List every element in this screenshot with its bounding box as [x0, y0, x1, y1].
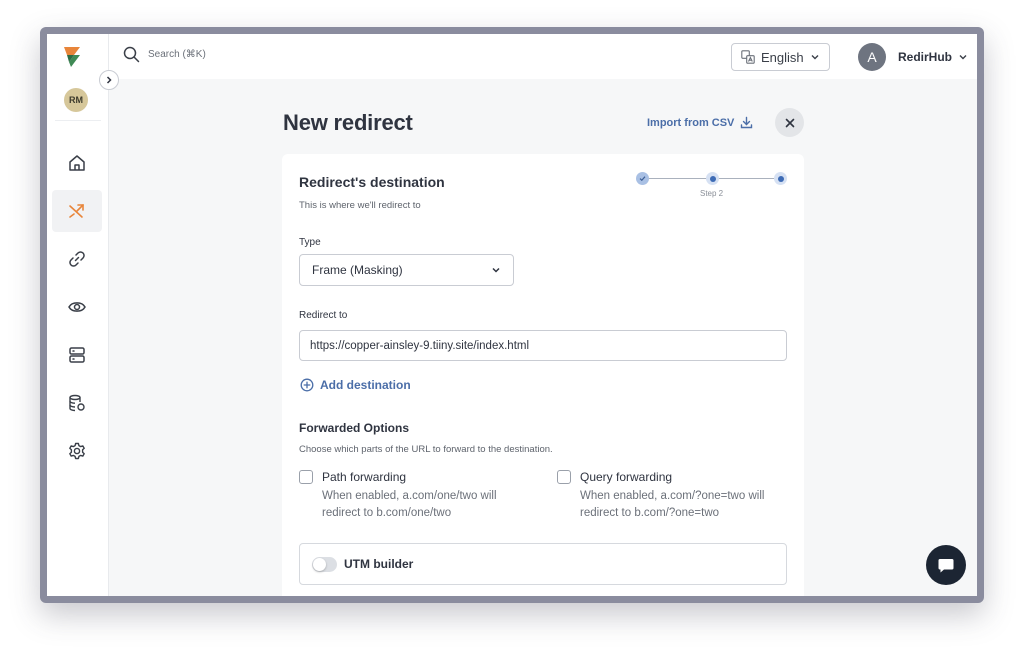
top-header: Search (⌘K) English A RedirHub: [109, 34, 977, 79]
add-destination-label: Add destination: [320, 378, 411, 392]
step-3[interactable]: [774, 172, 787, 185]
forwarded-options-subtitle: Choose which parts of the URL to forward…: [299, 444, 553, 455]
sidebar-item-links[interactable]: [52, 238, 102, 280]
app-window: RM Search (⌘K) English A RedirHub New re…: [47, 34, 977, 596]
search-placeholder: Search (⌘K): [148, 49, 206, 60]
step-1-complete[interactable]: [636, 172, 649, 185]
toggle-knob: [313, 558, 326, 571]
step-2-current[interactable]: [706, 172, 719, 185]
import-csv-label: Import from CSV: [647, 116, 735, 129]
link-icon: [69, 251, 85, 267]
sidebar-item-settings[interactable]: [52, 430, 102, 472]
add-destination-button[interactable]: Add destination: [300, 378, 411, 392]
forwarded-options-title: Forwarded Options: [299, 421, 410, 435]
type-select-value: Frame (Masking): [312, 263, 403, 277]
check-icon: [639, 176, 646, 182]
utm-builder-label: UTM builder: [344, 557, 414, 571]
sidebar-item-database[interactable]: [52, 382, 102, 424]
redirect-destination-card: Redirect's destination This is where we'…: [282, 154, 804, 596]
sidebar-item-home[interactable]: [52, 142, 102, 184]
redirect-to-value: https://copper-ainsley-9.tiiny.site/inde…: [310, 339, 530, 352]
stepper-line: [718, 178, 780, 179]
card-title: Redirect's destination: [299, 174, 445, 190]
user-avatar[interactable]: A: [858, 43, 886, 71]
path-forwarding-title: Path forwarding: [322, 470, 407, 484]
plus-circle-icon: [300, 378, 314, 392]
chevron-down-icon: [959, 55, 967, 60]
user-menu[interactable]: RedirHub: [898, 50, 968, 64]
app-logo-icon[interactable]: [62, 45, 82, 69]
server-icon: [69, 347, 85, 363]
shuffle-icon: [69, 204, 84, 218]
type-label: Type: [299, 237, 321, 248]
import-csv-link[interactable]: Import from CSV: [647, 116, 753, 129]
utm-builder-toggle[interactable]: [312, 557, 337, 572]
sidebar-item-redirects[interactable]: [52, 190, 102, 232]
language-selector[interactable]: English: [731, 43, 830, 71]
path-forwarding-description: When enabled, a.com/one/two will redirec…: [322, 490, 497, 519]
sidebar-item-monitoring[interactable]: [52, 286, 102, 328]
workspace-avatar[interactable]: RM: [64, 88, 88, 112]
redirect-to-input[interactable]: https://copper-ainsley-9.tiiny.site/inde…: [299, 330, 787, 361]
page-title: New redirect: [283, 110, 413, 135]
type-select[interactable]: Frame (Masking): [299, 254, 514, 286]
sidebar-expand-button[interactable]: [99, 70, 119, 90]
home-icon: [69, 155, 85, 171]
utm-builder-panel: UTM builder: [299, 543, 787, 585]
path-forwarding-checkbox[interactable]: [299, 470, 313, 484]
download-icon: [741, 116, 753, 129]
stepper: Step 2: [636, 171, 788, 203]
close-button[interactable]: [775, 108, 804, 137]
sidebar: RM: [47, 34, 109, 596]
query-forwarding-checkbox[interactable]: [557, 470, 571, 484]
redirect-to-label: Redirect to: [299, 310, 348, 321]
chevron-down-icon: [492, 267, 500, 273]
query-forwarding-description: When enabled, a.com/?one=two will redire…: [580, 490, 765, 519]
chat-support-button[interactable]: [926, 545, 966, 585]
query-forwarding-title: Query forwarding: [580, 470, 673, 484]
eye-icon: [68, 302, 86, 312]
chat-icon: [938, 559, 954, 573]
sidebar-item-servers[interactable]: [52, 334, 102, 376]
card-subtitle: This is where we'll redirect to: [299, 200, 421, 211]
search-bar[interactable]: Search (⌘K): [123, 46, 206, 63]
gear-icon: [69, 442, 85, 460]
stepper-line: [646, 178, 708, 179]
search-icon: [123, 46, 140, 63]
chevron-down-icon: [811, 55, 819, 60]
language-label: English: [761, 49, 804, 65]
chevron-right-icon: [106, 76, 112, 84]
sidebar-divider: [55, 120, 101, 121]
database-icon: [69, 394, 85, 412]
user-name-label: RedirHub: [898, 50, 952, 64]
translate-icon: [741, 50, 755, 64]
step-label: Step 2: [700, 189, 724, 198]
close-icon: [785, 118, 794, 127]
